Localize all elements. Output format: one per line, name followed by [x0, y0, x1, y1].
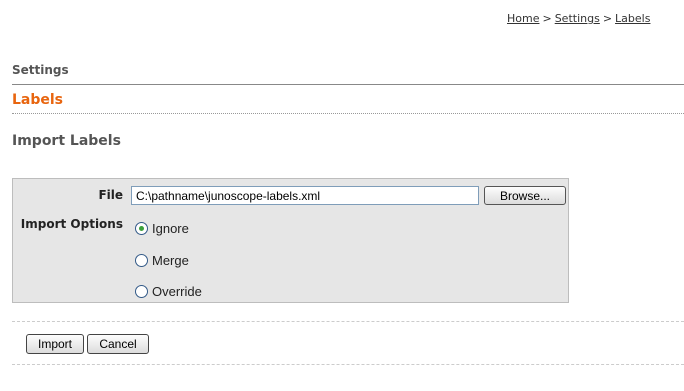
option-merge-label: Merge [152, 252, 189, 268]
browse-button[interactable]: Browse... [484, 186, 566, 205]
option-ignore-radio[interactable]: Ignore [135, 219, 189, 237]
breadcrumb-settings-link[interactable]: Settings [555, 12, 600, 25]
breadcrumb-separator: > [542, 12, 552, 25]
option-override-radio[interactable]: Override [135, 282, 202, 300]
cancel-button[interactable]: Cancel [87, 334, 149, 354]
title-divider [12, 113, 684, 114]
section-label: Settings [12, 63, 69, 77]
breadcrumb: Home > Settings > Labels [507, 12, 684, 25]
file-path-input[interactable] [131, 186, 479, 205]
breadcrumb-home-link[interactable]: Home [507, 12, 539, 25]
import-form-panel: File Browse... Import Options Ignore Mer… [12, 178, 569, 303]
import-options-label: Import Options [20, 217, 123, 231]
option-ignore-label: Ignore [152, 220, 189, 236]
page-title: Labels [12, 92, 64, 108]
actions-divider-bottom [12, 364, 684, 365]
option-override-label: Override [152, 283, 202, 299]
actions-divider-top [12, 321, 684, 322]
radio-unchecked-icon[interactable] [135, 253, 148, 267]
section-divider [12, 84, 684, 85]
radio-unchecked-icon[interactable] [135, 284, 148, 298]
breadcrumb-labels-link[interactable]: Labels [615, 12, 650, 25]
import-button[interactable]: Import [26, 334, 84, 354]
radio-checked-icon[interactable] [135, 221, 148, 235]
breadcrumb-separator: > [602, 12, 613, 25]
option-merge-radio[interactable]: Merge [135, 251, 189, 269]
page-subtitle: Import Labels [12, 133, 121, 149]
file-label: File [98, 188, 123, 202]
